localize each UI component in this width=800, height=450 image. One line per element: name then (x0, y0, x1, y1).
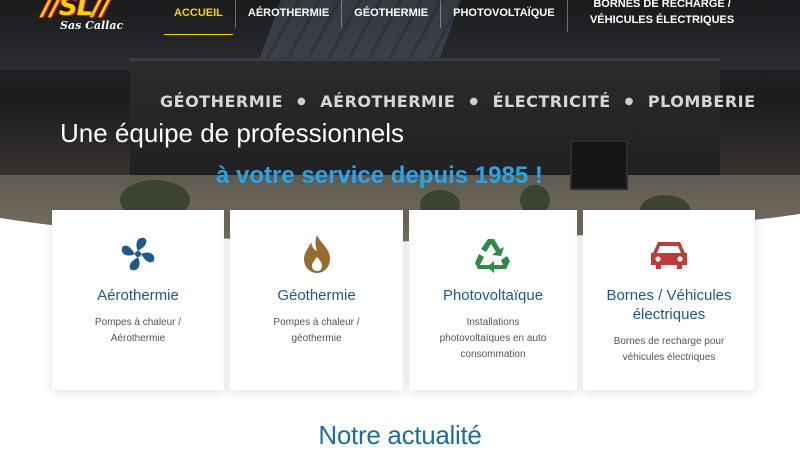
service-card-photovoltaique[interactable]: Photovoltaïque Installations photovoltaï… (409, 210, 577, 390)
flame-icon (297, 234, 337, 274)
sign-word: AÉROTHERMIE (320, 91, 456, 111)
car-icon (649, 234, 689, 274)
service-card-aerothermie[interactable]: Aérothermie Pompes à chaleur / Aérotherm… (52, 210, 224, 390)
card-description: Installations photovoltaïques en auto co… (439, 317, 547, 360)
service-cards: Aérothermie Pompes à chaleur / Aérotherm… (52, 210, 770, 390)
card-title: Géothermie (277, 287, 356, 304)
sign-word: ÉLECTRICITÉ (492, 91, 611, 111)
logo-mark: //SL// (42, 0, 110, 22)
news-section-title: Notre actualité (318, 420, 482, 450)
card-title: Aérothermie (97, 287, 179, 304)
card-description: Pompes à chaleur / Aérothermie (94, 317, 182, 344)
nav-item-aerothermie[interactable]: AÉROTHERMIE (234, 0, 341, 28)
nav-item-accueil[interactable]: ACCUEIL (162, 0, 235, 35)
card-title: Photovoltaïque (442, 287, 544, 304)
recycle-icon (473, 234, 513, 274)
hero-headline: Une équipe de professionnels (60, 118, 405, 148)
service-card-geothermie[interactable]: Géothermie Pompes à chaleur / géothermie (230, 210, 403, 390)
building-door-image (570, 140, 628, 190)
building-sign: GÉOTHERMIE ● AÉROTHERMIE ● ÉLECTRICITÉ ●… (160, 90, 755, 112)
card-description: Bornes de recharge pour véhicules électr… (613, 336, 725, 363)
service-card-bornes[interactable]: Bornes / Véhicules électriques Bornes de… (583, 210, 755, 390)
nav-item-geothermie[interactable]: GÉOTHERMIE (341, 0, 440, 28)
nav-item-bornes[interactable]: BORNES DE RECHARGE / VÉHICULES ÉLECTRIQU… (566, 0, 757, 32)
sign-dot: ● (624, 95, 634, 107)
sign-dot: ● (297, 95, 307, 107)
sign-word: GÉOTHERMIE (160, 91, 284, 111)
card-description: Pompes à chaleur / géothermie (273, 317, 360, 344)
main-nav: ACCUEIL AÉROTHERMIE GÉOTHERMIE PHOTOVOLT… (162, 0, 757, 36)
site-logo[interactable]: //SL// Sas Callac (42, 0, 157, 34)
hero-subheadline: à votre service depuis 1985 ! (216, 162, 543, 189)
sign-dot: ● (469, 95, 479, 107)
card-title: Bornes / Véhicules électriques (606, 287, 732, 323)
fan-icon (118, 234, 158, 274)
nav-item-photovoltaique[interactable]: PHOTOVOLTAÏQUE (440, 0, 566, 28)
sign-word: PLOMBERIE (647, 91, 756, 111)
logo-subtitle: Sas Callac (60, 19, 124, 32)
